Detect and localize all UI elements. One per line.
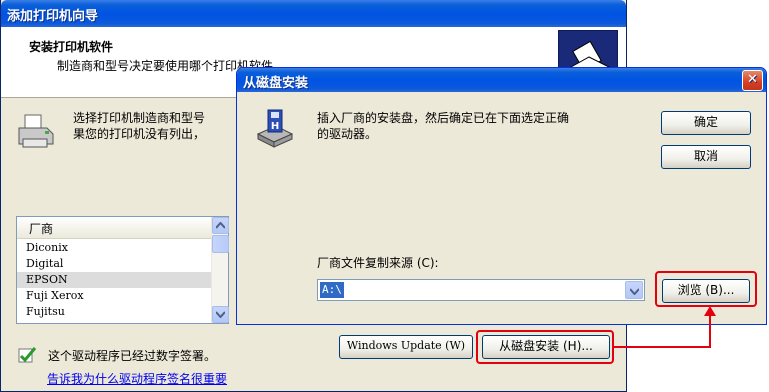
insert-disk-message: 插入厂商的安装盘，然后确定已在下面选定正确 的驱动器。 bbox=[317, 110, 569, 142]
install-from-disk-dialog: 从磁盘安装 ✕ H 插入厂商的安装盘，然后确定已在下面选定正确 的驱动器。 确定… bbox=[236, 67, 767, 325]
chevron-up-icon bbox=[216, 222, 225, 229]
manufacturer-item[interactable]: Digital bbox=[17, 256, 211, 272]
dialog-titlebar[interactable]: 从磁盘安装 ✕ bbox=[237, 68, 766, 92]
close-button[interactable]: ✕ bbox=[742, 70, 763, 91]
printer-icon bbox=[15, 112, 55, 152]
chevron-down-icon bbox=[216, 311, 225, 318]
windows-update-button[interactable]: Windows Update (W) bbox=[339, 335, 473, 359]
dialog-title: 从磁盘安装 bbox=[243, 76, 309, 91]
copy-source-combobox[interactable]: A:\ bbox=[317, 279, 645, 301]
ok-button[interactable]: 确定 bbox=[661, 111, 751, 135]
manufacturer-list-header: 厂商 bbox=[17, 217, 228, 239]
wizard-instructions-line2: 果您的打印机没有列出， bbox=[73, 127, 206, 141]
driver-signed-text: 这个驱动程序已经过数字签署。 bbox=[48, 348, 217, 363]
manufacturer-list[interactable]: 厂商 Diconix Digital EPSON Fuji Xerox Fujitsu bbox=[16, 216, 229, 324]
browse-highlight bbox=[655, 271, 757, 307]
manufacturer-scrollbar[interactable] bbox=[211, 217, 229, 323]
wizard-instructions: 选择打印机制造商和型号 果您的打印机没有列出， bbox=[73, 110, 205, 142]
wizard-title: 添加打印机向导 bbox=[7, 9, 99, 24]
manufacturer-item[interactable]: Fuji Xerox bbox=[17, 288, 211, 304]
svg-text:H: H bbox=[271, 121, 279, 132]
manufacturer-item[interactable]: Diconix bbox=[17, 240, 211, 256]
close-icon: ✕ bbox=[747, 72, 758, 87]
copy-source-value: A:\ bbox=[320, 282, 344, 298]
manufacturer-item[interactable]: Fujitsu bbox=[17, 304, 211, 320]
copy-source-dropdown-button[interactable] bbox=[625, 281, 643, 299]
why-signing-link[interactable]: 告诉我为什么驱动程序签名很重要 bbox=[47, 370, 227, 387]
driver-signed-row: 这个驱动程序已经过数字签署。 bbox=[18, 346, 216, 364]
install-disk-icon: H bbox=[256, 108, 294, 148]
cancel-button[interactable]: 取消 bbox=[661, 145, 751, 169]
manufacturer-item[interactable]: EPSON bbox=[17, 272, 211, 288]
scroll-thumb[interactable] bbox=[212, 235, 229, 253]
wizard-header-title: 安装打印机软件 bbox=[29, 40, 114, 54]
have-disk-highlight bbox=[476, 330, 614, 364]
insert-disk-message-line2: 的驱动器。 bbox=[317, 127, 378, 141]
signed-driver-icon bbox=[18, 347, 37, 363]
copy-source-label: 厂商文件复制来源 (C): bbox=[317, 256, 439, 270]
manufacturer-items: Diconix Digital EPSON Fuji Xerox Fujitsu bbox=[17, 240, 211, 320]
wizard-instructions-line1: 选择打印机制造商和型号 bbox=[73, 111, 206, 125]
scroll-up-button[interactable] bbox=[212, 217, 229, 234]
insert-disk-message-line1: 插入厂商的安装盘，然后确定已在下面选定正确 bbox=[317, 111, 570, 125]
wizard-titlebar[interactable]: 添加打印机向导 bbox=[1, 0, 626, 27]
chevron-down-icon bbox=[630, 288, 639, 295]
scroll-down-button[interactable] bbox=[212, 306, 229, 323]
